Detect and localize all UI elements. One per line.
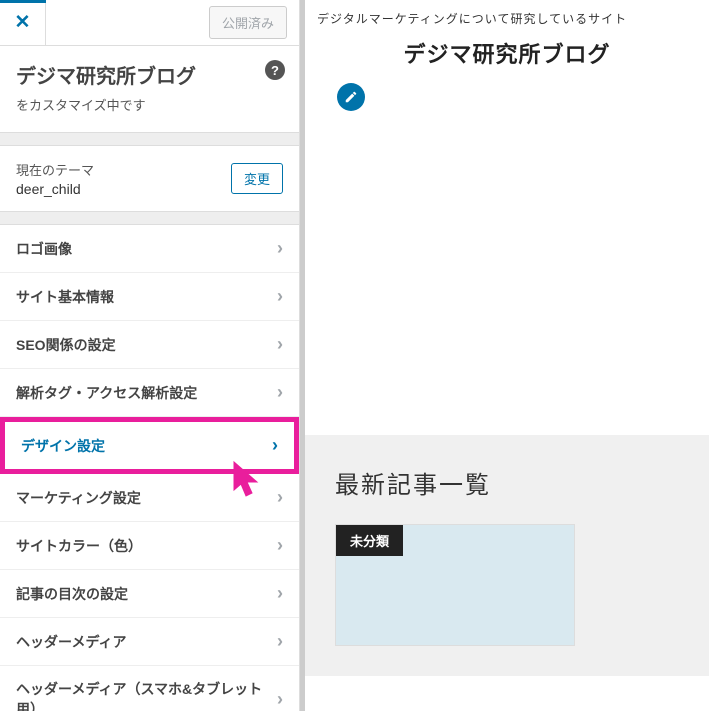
preview-pane: デジタルマーケティングについて研究しているサイト デジマ研究所ブログ 最新記事一… <box>300 0 709 711</box>
theme-label: 現在のテーマ <box>16 160 94 179</box>
chevron-right-icon: › <box>277 334 283 355</box>
menu-item[interactable]: ロゴ画像 › <box>0 225 299 273</box>
chevron-right-icon: › <box>277 286 283 307</box>
menu-item[interactable]: サイト基本情報 › <box>0 273 299 321</box>
menu-item[interactable]: SEO関係の設定 › <box>0 321 299 369</box>
close-button[interactable]: ✕ <box>0 0 46 46</box>
site-info: デジマ研究所ブログ をカスタマイズ中です ? <box>0 46 299 133</box>
menu-item-label: デザイン設定 <box>21 436 105 456</box>
preview-header: デジタルマーケティングについて研究しているサイト デジマ研究所ブログ <box>305 0 709 115</box>
menu-item-label: 記事の目次の設定 <box>16 584 128 604</box>
menu-item[interactable]: 解析タグ・アクセス解析設定 › <box>0 369 299 417</box>
pencil-icon <box>344 90 358 104</box>
publish-button[interactable]: 公開済み <box>209 6 287 39</box>
preview-site-title: デジマ研究所ブログ <box>313 37 701 69</box>
customizer-sidebar: ✕ 公開済み デジマ研究所ブログ をカスタマイズ中です ? 現在のテーマ dee… <box>0 0 300 711</box>
chevron-right-icon: › <box>277 535 283 556</box>
edit-shortcut-button[interactable] <box>337 83 365 111</box>
chevron-right-icon: › <box>277 487 283 508</box>
site-subtitle: をカスタマイズ中です <box>16 95 283 114</box>
chevron-right-icon: › <box>277 238 283 259</box>
menu-item-label: ヘッダーメディア <box>16 632 126 652</box>
theme-name: deer_child <box>16 181 94 197</box>
menu-item[interactable]: サイトカラー（色） › <box>0 522 299 570</box>
menu-item-label: マーケティング設定 <box>16 488 141 508</box>
site-title: デジマ研究所ブログ <box>16 60 283 89</box>
menu-item-label: サイトカラー（色） <box>16 536 142 556</box>
section-title: 最新記事一覧 <box>335 465 679 500</box>
menu-item-label: ロゴ画像 <box>16 239 72 259</box>
menu-item-label: サイト基本情報 <box>16 287 114 307</box>
site-tagline: デジタルマーケティングについて研究しているサイト <box>313 10 701 27</box>
cursor-pointer-icon <box>232 460 262 498</box>
menu-item[interactable]: ヘッダーメディア（スマホ&タブレット用）› <box>0 666 299 711</box>
category-tag: 未分類 <box>336 525 403 556</box>
menu-item-label: 解析タグ・アクセス解析設定 <box>16 383 197 403</box>
help-icon[interactable]: ? <box>265 60 285 80</box>
chevron-right-icon: › <box>277 631 283 652</box>
chevron-right-icon: › <box>277 583 283 604</box>
theme-section: 現在のテーマ deer_child 変更 <box>0 145 299 212</box>
post-card[interactable]: 未分類 <box>335 524 575 646</box>
change-theme-button[interactable]: 変更 <box>231 163 283 194</box>
menu-item-label: SEO関係の設定 <box>16 335 116 355</box>
chevron-right-icon: › <box>272 435 278 456</box>
top-bar: ✕ 公開済み <box>0 0 299 46</box>
chevron-right-icon: › <box>277 382 283 403</box>
menu-item-label: ヘッダーメディア（スマホ&タブレット用） <box>16 679 277 711</box>
close-icon: ✕ <box>15 11 31 34</box>
card-thumbnail: 未分類 <box>336 525 574 645</box>
content-area: 最新記事一覧 未分類 <box>305 435 709 676</box>
menu-item[interactable]: 記事の目次の設定 › <box>0 570 299 618</box>
chevron-right-icon: › <box>277 689 283 710</box>
menu-item[interactable]: ヘッダーメディア › <box>0 618 299 666</box>
